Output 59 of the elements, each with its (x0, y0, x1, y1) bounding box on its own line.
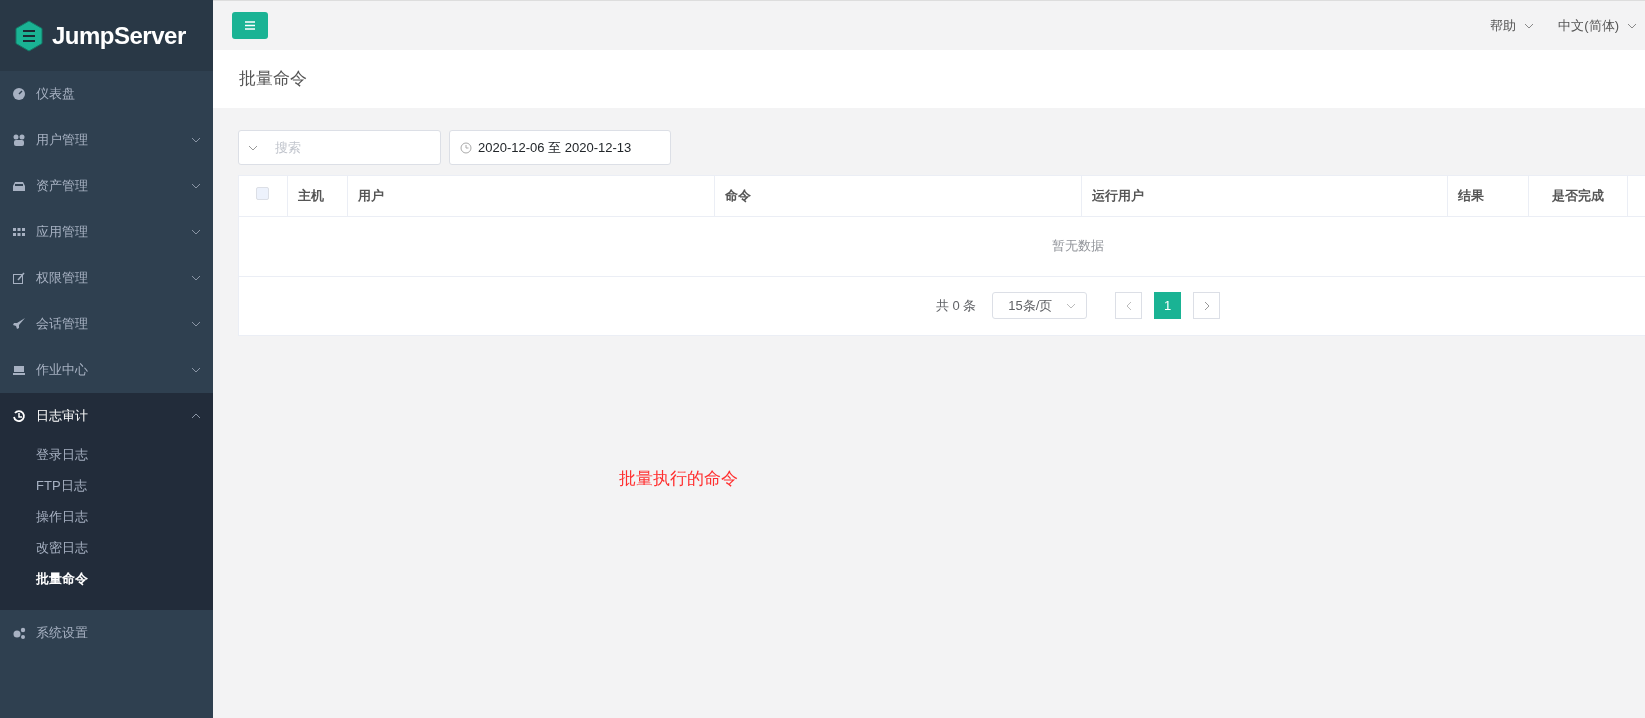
chevron-left-icon (1125, 300, 1132, 311)
chevron-down-icon (1627, 22, 1637, 29)
chevron-down-icon (248, 145, 258, 151)
laptop-icon (12, 363, 26, 377)
chevron-down-icon (191, 229, 201, 235)
sidebar-item[interactable]: 资产管理 (0, 163, 213, 209)
logo-text: JumpServer (52, 20, 186, 51)
edit-icon (12, 271, 26, 285)
annotation-text: 批量执行的命令 (619, 467, 738, 490)
column-header: 结果 (1457, 188, 1484, 203)
submenu-item[interactable]: 批量命令 (0, 563, 213, 594)
submenu-item[interactable]: FTP日志 (0, 470, 213, 501)
clock-icon (460, 141, 472, 154)
inbox-icon (12, 179, 26, 193)
column-header: 主机 (297, 188, 324, 203)
column-header: 用户 (357, 188, 384, 203)
chevron-down-icon (191, 367, 201, 373)
column-header: 运行用户 (1091, 188, 1144, 203)
chevron-down-icon (191, 321, 201, 327)
topbar-menu[interactable]: 中文(简体) (1558, 15, 1637, 36)
select-all-checkbox[interactable] (256, 187, 270, 200)
chevron-down-icon (191, 183, 201, 189)
menu-icon (245, 21, 255, 30)
chevron-down-icon (191, 275, 201, 281)
users-icon (12, 133, 26, 147)
column-header: 是否完成 (1551, 188, 1604, 203)
grid-icon (12, 225, 26, 239)
menu-toggle-button[interactable] (232, 12, 268, 39)
history-icon (12, 409, 26, 423)
column-header: 命令 (724, 188, 751, 203)
rocket-icon (12, 317, 26, 331)
sidebar-item[interactable]: 作业中心 (0, 347, 213, 393)
page-size-select[interactable]: 15条/页 (992, 292, 1088, 319)
submenu-item[interactable]: 改密日志 (0, 532, 213, 563)
chevron-down-icon (1066, 302, 1077, 309)
sidebar-item[interactable]: 系统设置 (0, 610, 213, 656)
submenu-item[interactable]: 登录日志 (0, 439, 213, 470)
hexagon-logo-icon (14, 19, 44, 52)
sidebar-item[interactable]: 用户管理 (0, 117, 213, 163)
page-title: 批量命令 (239, 68, 307, 91)
chevron-down-icon (191, 137, 201, 143)
chevron-right-icon (1203, 300, 1210, 311)
submenu-item[interactable]: 操作日志 (0, 501, 213, 532)
search-field[interactable]: 搜索 (238, 130, 441, 165)
sidebar-item[interactable]: 会话管理 (0, 301, 213, 347)
gauge-icon (12, 87, 26, 101)
next-page-button[interactable] (1193, 292, 1221, 319)
date-range-field[interactable]: 2020-12-06 至 2020-12-13 (449, 130, 671, 165)
sidebar-item[interactable]: 应用管理 (0, 209, 213, 255)
topbar-menu[interactable]: 帮助 (1490, 15, 1535, 36)
empty-message: 暂无数据 (1052, 237, 1104, 256)
prev-page-button[interactable] (1115, 292, 1143, 319)
sidebar-item[interactable]: 仪表盘 (0, 71, 213, 117)
chevron-down-icon (1524, 22, 1535, 29)
sidebar-item[interactable]: 权限管理 (0, 255, 213, 301)
gears-icon (12, 626, 26, 640)
sidebar-item[interactable]: 日志审计 (0, 393, 213, 439)
total-count: 共 0 条 (935, 296, 977, 315)
chevron-up-icon (191, 413, 201, 419)
